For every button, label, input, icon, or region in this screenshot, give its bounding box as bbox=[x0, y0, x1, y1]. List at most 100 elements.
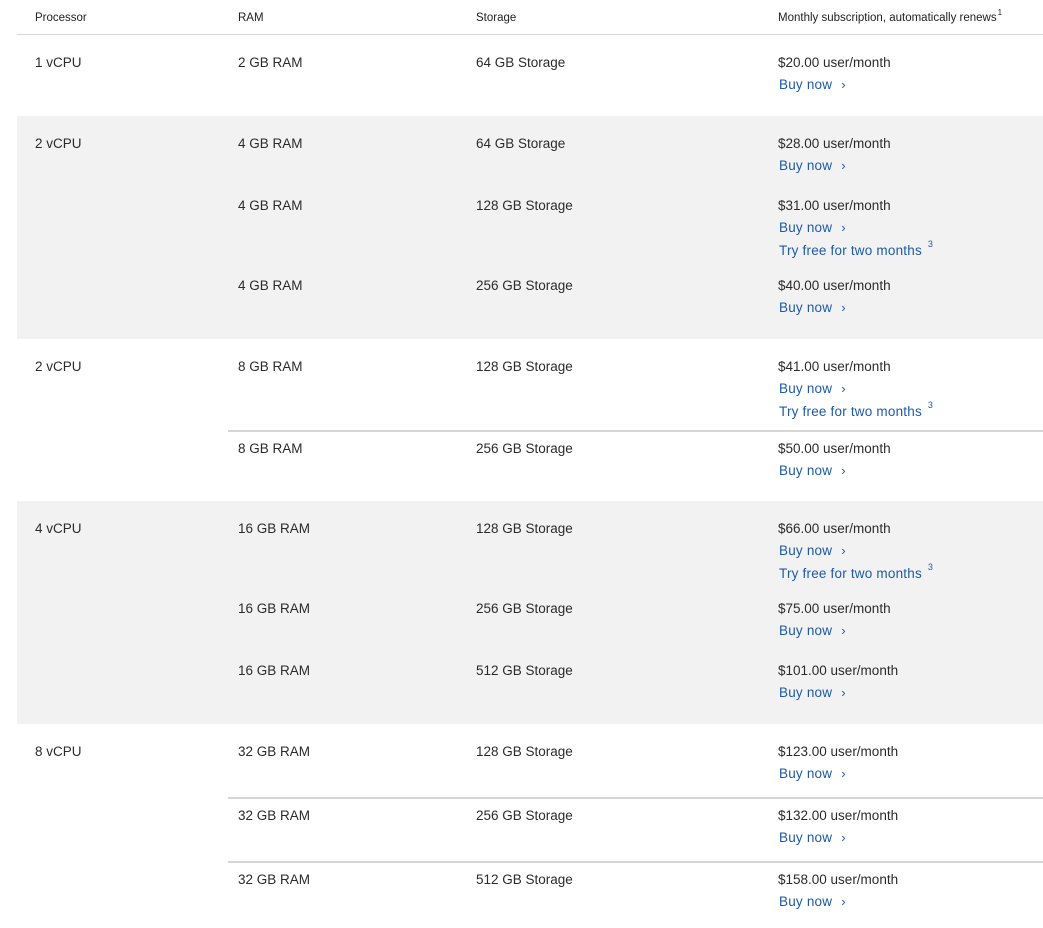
plan-group: 8 vCPU 32 GB RAM 128 GB Storage $123.00 use… bbox=[17, 724, 1043, 924]
storage-cell: 256 GB Storage bbox=[476, 441, 573, 456]
plan-group: 4 vCPU 16 GB RAM 128 GB Storage $66.00 user… bbox=[17, 501, 1043, 724]
price-cell: $31.00 user/month bbox=[778, 198, 891, 213]
header-price-footnote: 1 bbox=[997, 8, 1003, 17]
ram-cell: 8 GB RAM bbox=[238, 359, 303, 374]
buy-now-link[interactable]: Buy now › bbox=[779, 77, 846, 92]
processor-cell: 4 vCPU bbox=[35, 521, 82, 536]
storage-cell: 128 GB Storage bbox=[476, 198, 573, 213]
chevron-right-icon: › bbox=[841, 894, 846, 909]
buy-now-label: Buy now bbox=[779, 830, 833, 845]
chevron-right-icon: › bbox=[841, 830, 846, 845]
buy-now-label: Buy now bbox=[779, 300, 833, 315]
storage-cell: 128 GB Storage bbox=[476, 521, 573, 536]
ram-cell: 4 GB RAM bbox=[238, 198, 303, 213]
price-cell: $123.00 user/month bbox=[778, 744, 899, 759]
header-price: Monthly subscription, automatically rene… bbox=[778, 8, 1002, 24]
price-cell: $41.00 user/month bbox=[778, 359, 891, 374]
buy-now-link[interactable]: Buy now › bbox=[779, 463, 846, 478]
chevron-right-icon: › bbox=[841, 77, 846, 92]
try-free-footnote: 3 bbox=[927, 400, 934, 410]
buy-now-label: Buy now bbox=[779, 158, 833, 173]
try-free-label: Try free for two months bbox=[779, 243, 922, 258]
chevron-right-icon: › bbox=[841, 381, 846, 396]
price-cell: $158.00 user/month bbox=[778, 872, 899, 887]
buy-now-label: Buy now bbox=[779, 894, 833, 909]
buy-now-link[interactable]: Buy now › bbox=[779, 766, 846, 781]
ram-cell: 2 GB RAM bbox=[238, 55, 303, 70]
chevron-right-icon: › bbox=[841, 158, 846, 173]
buy-now-link[interactable]: Buy now › bbox=[779, 300, 846, 315]
buy-now-label: Buy now bbox=[779, 220, 833, 235]
buy-now-label: Buy now bbox=[779, 381, 833, 396]
storage-cell: 128 GB Storage bbox=[476, 359, 573, 374]
processor-cell: 1 vCPU bbox=[35, 55, 82, 70]
buy-now-link[interactable]: Buy now › bbox=[779, 685, 846, 700]
row-divider bbox=[228, 430, 1043, 432]
plan-group: 1 vCPU 2 GB RAM 64 GB Storage $20.00 user/m… bbox=[17, 35, 1043, 116]
row-divider bbox=[228, 861, 1043, 863]
price-cell: $28.00 user/month bbox=[778, 136, 891, 151]
price-cell: $101.00 user/month bbox=[778, 663, 899, 678]
ram-cell: 4 GB RAM bbox=[238, 278, 303, 293]
buy-now-label: Buy now bbox=[779, 77, 833, 92]
storage-cell: 512 GB Storage bbox=[476, 663, 573, 678]
storage-cell: 256 GB Storage bbox=[476, 278, 573, 293]
plan-group: 2 vCPU 8 GB RAM 128 GB Storage $41.00 user/… bbox=[17, 339, 1043, 501]
processor-cell: 2 vCPU bbox=[35, 136, 82, 151]
price-cell: $75.00 user/month bbox=[778, 601, 891, 616]
buy-now-link[interactable]: Buy now › bbox=[779, 381, 846, 396]
ram-cell: 16 GB RAM bbox=[238, 663, 311, 678]
header-processor: Processor bbox=[35, 12, 87, 24]
chevron-right-icon: › bbox=[841, 685, 846, 700]
try-free-link[interactable]: Try free for two months 3 bbox=[779, 562, 933, 581]
ram-cell: 4 GB RAM bbox=[238, 136, 303, 151]
try-free-label: Try free for two months bbox=[779, 566, 922, 581]
processor-cell: 2 vCPU bbox=[35, 359, 82, 374]
storage-cell: 64 GB Storage bbox=[476, 55, 566, 70]
buy-now-label: Buy now bbox=[779, 543, 833, 558]
storage-cell: 128 GB Storage bbox=[476, 744, 573, 759]
chevron-right-icon: › bbox=[841, 463, 846, 478]
ram-cell: 16 GB RAM bbox=[238, 521, 311, 536]
try-free-label: Try free for two months bbox=[779, 404, 922, 419]
price-cell: $20.00 user/month bbox=[778, 55, 891, 70]
ram-cell: 8 GB RAM bbox=[238, 441, 303, 456]
try-free-link[interactable]: Try free for two months 3 bbox=[779, 400, 933, 419]
try-free-footnote: 3 bbox=[927, 239, 934, 249]
header-ram: RAM bbox=[238, 12, 264, 24]
storage-cell: 256 GB Storage bbox=[476, 601, 573, 616]
buy-now-label: Buy now bbox=[779, 766, 833, 781]
chevron-right-icon: › bbox=[841, 623, 846, 638]
buy-now-link[interactable]: Buy now › bbox=[779, 543, 846, 558]
price-cell: $40.00 user/month bbox=[778, 278, 891, 293]
chevron-right-icon: › bbox=[841, 543, 846, 558]
try-free-footnote: 3 bbox=[927, 562, 934, 572]
storage-cell: 512 GB Storage bbox=[476, 872, 573, 887]
header-price-label: Monthly subscription, automatically rene… bbox=[778, 12, 997, 24]
ram-cell: 16 GB RAM bbox=[238, 601, 311, 616]
buy-now-link[interactable]: Buy now › bbox=[779, 830, 846, 845]
price-cell: $66.00 user/month bbox=[778, 521, 891, 536]
chevron-right-icon: › bbox=[841, 766, 846, 781]
chevron-right-icon: › bbox=[841, 220, 846, 235]
buy-now-label: Buy now bbox=[779, 623, 833, 638]
ram-cell: 32 GB RAM bbox=[238, 808, 311, 823]
buy-now-link[interactable]: Buy now › bbox=[779, 623, 846, 638]
plan-group: 2 vCPU 4 GB RAM 64 GB Storage $28.00 user/m… bbox=[17, 116, 1043, 339]
table-header: Processor RAM Storage Monthly subscripti… bbox=[17, 0, 1043, 35]
price-cell: $132.00 user/month bbox=[778, 808, 899, 823]
storage-cell: 64 GB Storage bbox=[476, 136, 566, 151]
chevron-right-icon: › bbox=[841, 300, 846, 315]
ram-cell: 32 GB RAM bbox=[238, 744, 311, 759]
storage-cell: 256 GB Storage bbox=[476, 808, 573, 823]
buy-now-label: Buy now bbox=[779, 463, 833, 478]
buy-now-label: Buy now bbox=[779, 685, 833, 700]
try-free-link[interactable]: Try free for two months 3 bbox=[779, 239, 933, 258]
buy-now-link[interactable]: Buy now › bbox=[779, 158, 846, 173]
processor-cell: 8 vCPU bbox=[35, 744, 82, 759]
ram-cell: 32 GB RAM bbox=[238, 872, 311, 887]
buy-now-link[interactable]: Buy now › bbox=[779, 894, 846, 909]
row-divider bbox=[228, 797, 1043, 799]
price-cell: $50.00 user/month bbox=[778, 441, 891, 456]
buy-now-link[interactable]: Buy now › bbox=[779, 220, 846, 235]
